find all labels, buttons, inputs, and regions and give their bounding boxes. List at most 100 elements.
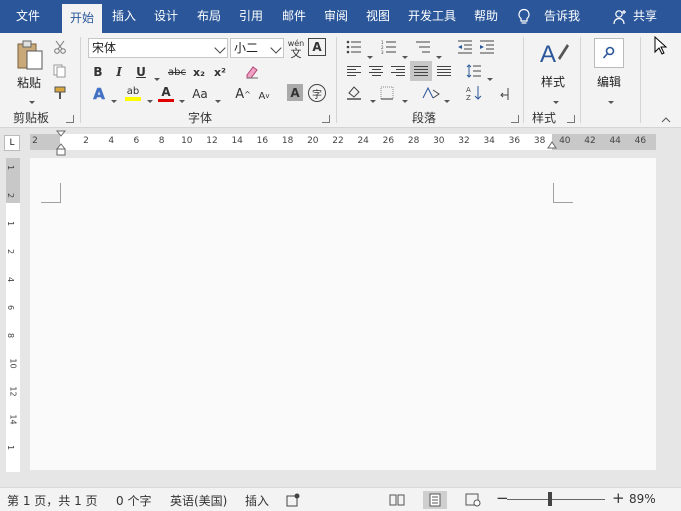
- zoom-level[interactable]: 89%: [629, 492, 656, 506]
- borders-dropdown-icon[interactable]: [399, 92, 408, 106]
- shading-icon[interactable]: [346, 85, 362, 101]
- align-left-icon[interactable]: [344, 61, 364, 81]
- chinese-layout-icon[interactable]: [422, 86, 440, 100]
- accessibility-icon[interactable]: [286, 493, 300, 507]
- tab-developer[interactable]: 开发工具: [403, 0, 461, 33]
- align-center-icon[interactable]: [366, 61, 386, 81]
- highlight-swatch: [125, 96, 141, 101]
- insert-mode[interactable]: 插入: [245, 492, 269, 509]
- align-right-icon[interactable]: [388, 61, 408, 81]
- text-effects-button[interactable]: A: [90, 84, 108, 104]
- ruler-tick-label: 34: [483, 136, 495, 146]
- change-case-dropdown-icon[interactable]: [212, 92, 221, 106]
- horizontal-ruler[interactable]: L 2 2 4 6 8 10 12 14 16 18 20 22 24 26 28 30 32 34 36 38 40 4…: [0, 128, 681, 158]
- shading-dropdown-icon[interactable]: [367, 92, 376, 106]
- borders-icon[interactable]: [380, 86, 394, 100]
- character-shading-button[interactable]: A: [287, 84, 303, 101]
- zoom-in-button[interactable]: +: [612, 489, 625, 507]
- zoom-slider-thumb[interactable]: [548, 492, 552, 506]
- phonetic-guide-button[interactable]: wén 文: [286, 36, 306, 62]
- editing-icon-frame[interactable]: [594, 38, 624, 68]
- change-case-button[interactable]: Aa: [190, 84, 210, 104]
- font-color-dropdown-icon[interactable]: [176, 92, 185, 106]
- editing-dropdown-icon[interactable]: [605, 93, 614, 107]
- tab-selector[interactable]: L: [4, 135, 20, 151]
- right-indent-marker-icon[interactable]: [547, 141, 557, 149]
- read-mode-icon[interactable]: [385, 491, 409, 509]
- tab-design[interactable]: 设计: [146, 0, 186, 33]
- cut-icon[interactable]: [53, 40, 67, 54]
- line-spacing-dropdown-icon[interactable]: [484, 70, 493, 84]
- distributed-icon[interactable]: [434, 61, 454, 81]
- page-count[interactable]: 第 1 页，共 1 页: [7, 492, 98, 509]
- bullets-icon[interactable]: [346, 40, 362, 54]
- decrease-indent-icon[interactable]: [457, 40, 473, 54]
- clipboard-launcher-icon[interactable]: [66, 115, 74, 123]
- strikethrough-button[interactable]: abc: [166, 62, 188, 82]
- bold-button[interactable]: B: [90, 62, 106, 82]
- zoom-out-button[interactable]: −: [496, 489, 509, 507]
- styles-launcher-icon[interactable]: [567, 115, 575, 123]
- document-page[interactable]: [30, 158, 656, 470]
- paste-icon[interactable]: [15, 39, 45, 71]
- font-name-combo[interactable]: 宋体: [88, 38, 228, 58]
- styles-dropdown-icon[interactable]: [550, 93, 559, 107]
- chinese-layout-dropdown-icon[interactable]: [441, 92, 450, 106]
- tab-review[interactable]: 审阅: [316, 0, 356, 33]
- underline-button[interactable]: U: [133, 62, 149, 82]
- editing-label[interactable]: 编辑: [592, 73, 626, 90]
- text-effects-dropdown-icon[interactable]: [108, 92, 117, 106]
- highlight-dropdown-icon[interactable]: [144, 92, 153, 106]
- language-status[interactable]: 英语(美国): [170, 492, 227, 509]
- tell-me-search[interactable]: 告诉我: [537, 0, 587, 33]
- format-painter-icon[interactable]: [53, 86, 67, 100]
- shrink-font-button[interactable]: Av: [257, 86, 271, 106]
- word-count[interactable]: 0 个字: [116, 492, 151, 509]
- paste-dropdown-icon[interactable]: [26, 93, 35, 107]
- group-divider: [80, 37, 81, 123]
- bullets-dropdown-icon[interactable]: [364, 48, 373, 62]
- enclose-characters-button[interactable]: 字: [308, 84, 326, 102]
- font-size-combo[interactable]: 小二: [230, 38, 284, 58]
- tab-references[interactable]: 引用: [231, 0, 271, 33]
- indent-markers-icon[interactable]: [56, 130, 66, 158]
- line-spacing-icon[interactable]: [466, 64, 482, 78]
- paste-label[interactable]: 粘贴: [14, 74, 44, 91]
- italic-button[interactable]: I: [111, 62, 127, 82]
- copy-icon[interactable]: [53, 64, 67, 78]
- underline-dropdown-icon[interactable]: [151, 70, 160, 84]
- styles-label[interactable]: 样式: [537, 73, 569, 90]
- share-button[interactable]: 共享: [628, 0, 662, 33]
- show-hide-marks-icon[interactable]: [499, 87, 511, 101]
- paragraph-launcher-icon[interactable]: [511, 115, 519, 123]
- tab-layout[interactable]: 布局: [189, 0, 229, 33]
- multilevel-list-icon[interactable]: [415, 40, 431, 54]
- styles-icon[interactable]: A: [538, 38, 570, 72]
- tab-help[interactable]: 帮助: [466, 0, 506, 33]
- character-border-button[interactable]: A: [308, 38, 326, 56]
- collapse-ribbon-icon[interactable]: [661, 117, 671, 123]
- increase-indent-icon[interactable]: [479, 40, 495, 54]
- grow-font-button[interactable]: A ^: [235, 84, 251, 104]
- multilevel-dropdown-icon[interactable]: [433, 48, 442, 62]
- tab-file[interactable]: 文件: [8, 0, 48, 33]
- zoom-slider-track[interactable]: [507, 499, 605, 500]
- numbering-icon[interactable]: 123: [381, 40, 397, 54]
- superscript-button[interactable]: x²: [211, 62, 229, 82]
- tab-home[interactable]: 开始: [62, 4, 102, 33]
- tab-view[interactable]: 视图: [358, 0, 398, 33]
- highlight-button[interactable]: ab: [123, 83, 143, 103]
- grow-font-label: A: [235, 86, 245, 102]
- web-layout-icon[interactable]: [461, 491, 485, 509]
- tab-mailings[interactable]: 邮件: [274, 0, 314, 33]
- numbering-dropdown-icon[interactable]: [399, 48, 408, 62]
- font-launcher-icon[interactable]: [322, 115, 330, 123]
- subscript-button[interactable]: x₂: [190, 62, 208, 82]
- clear-formatting-icon[interactable]: [244, 64, 260, 80]
- sort-icon[interactable]: AZ: [466, 85, 482, 101]
- tab-insert[interactable]: 插入: [104, 0, 144, 33]
- justify-icon[interactable]: [410, 61, 432, 81]
- font-color-button[interactable]: A: [157, 83, 175, 103]
- vertical-ruler[interactable]: [6, 158, 20, 472]
- print-layout-icon[interactable]: [423, 491, 447, 509]
